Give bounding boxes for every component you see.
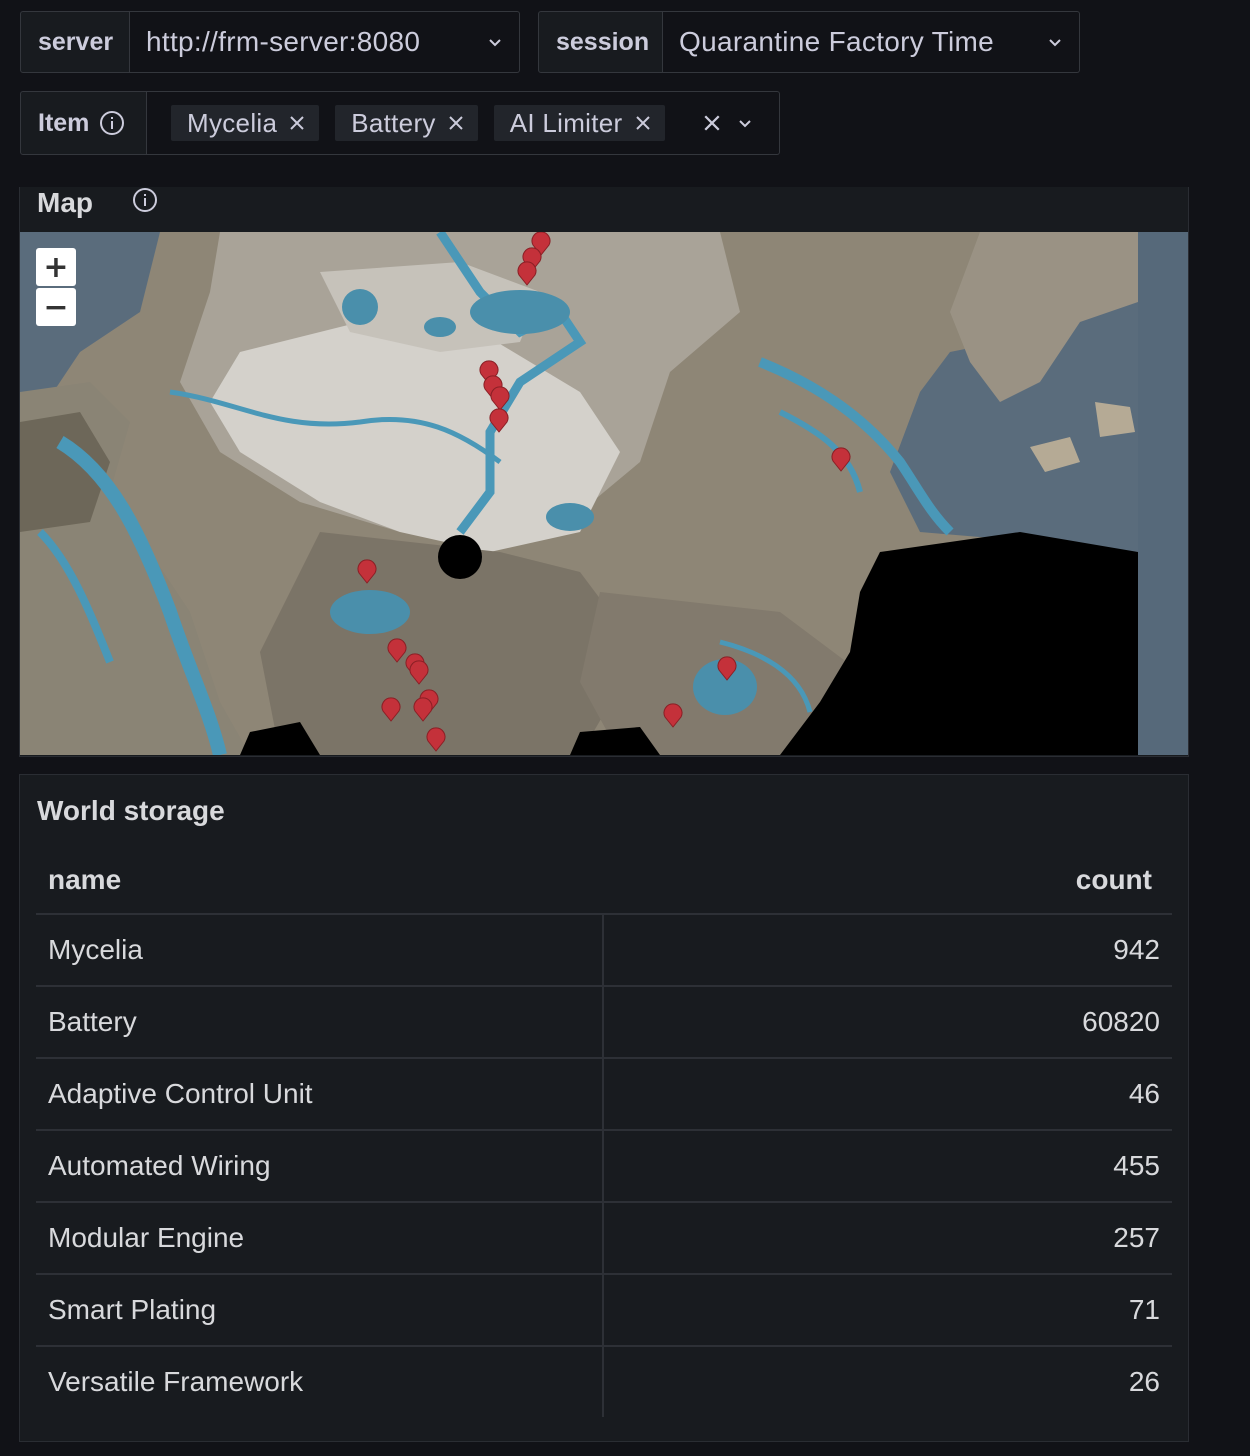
remove-chip-icon[interactable] [448, 115, 464, 131]
item-variable: Item Mycelia Battery AI Limiter [20, 91, 780, 155]
table-row: Mycelia 942 [36, 914, 1172, 987]
map-marker-icon[interactable] [409, 660, 429, 685]
map-canvas[interactable]: + − [20, 232, 1188, 755]
info-icon[interactable] [132, 187, 158, 213]
storage-table: name count Mycelia 942 Battery 60820 Adaptiv… [36, 847, 1172, 1417]
item-name-cell: Mycelia [36, 914, 603, 987]
item-count-cell: 26 [602, 1346, 1172, 1417]
item-count-cell: 46 [602, 1058, 1172, 1131]
column-header-count[interactable]: count [603, 847, 1172, 915]
table-row: Smart Plating 71 [36, 1274, 1172, 1347]
column-header-name[interactable]: name [36, 847, 603, 915]
table-row: Modular Engine 257 [36, 1202, 1172, 1275]
session-value: Quarantine Factory Time [679, 26, 995, 57]
server-variable: server http://frm-server:8080 [20, 11, 520, 73]
map-marker-icon[interactable] [831, 447, 851, 472]
chip-label: Battery [351, 107, 436, 138]
map-marker-icon[interactable] [357, 559, 377, 584]
table-row: Versatile Framework 26 [36, 1346, 1172, 1417]
remove-chip-icon[interactable] [289, 115, 305, 131]
chevron-down-icon [1049, 39, 1061, 47]
item-label-box: Item [20, 91, 147, 155]
chip-label: Mycelia [187, 107, 278, 138]
item-name-cell: Adaptive Control Unit [36, 1058, 603, 1131]
remove-chip-icon[interactable] [635, 115, 651, 131]
session-variable: session Quarantine Factory Time [538, 11, 1080, 73]
chevron-down-icon [489, 39, 501, 47]
map-panel: Map + − [19, 187, 1189, 757]
table-row: Adaptive Control Unit 46 [36, 1058, 1172, 1131]
table-row: Automated Wiring 455 [36, 1130, 1172, 1203]
storage-panel: World storage name count Mycelia 942 Batte… [19, 774, 1189, 1442]
map-marker-icon[interactable] [489, 408, 509, 433]
item-count-cell: 455 [602, 1130, 1172, 1203]
map-marker-icon[interactable] [387, 638, 407, 663]
map-panel-title: Map [37, 187, 93, 218]
session-select[interactable]: Quarantine Factory Time [663, 11, 1080, 73]
map-marker-icon[interactable] [381, 697, 401, 722]
item-name-cell: Smart Plating [36, 1274, 603, 1347]
item-count-cell: 942 [602, 914, 1172, 987]
table-row: Battery 60820 [36, 986, 1172, 1059]
item-name-cell: Automated Wiring [36, 1130, 603, 1203]
item-multiselect[interactable]: Mycelia Battery AI Limiter [147, 91, 780, 155]
map-marker-icon[interactable] [717, 656, 737, 681]
item-chip: Battery [335, 105, 478, 141]
info-icon[interactable] [99, 110, 125, 136]
map-marker-icon[interactable] [413, 697, 433, 722]
server-label: server [20, 11, 130, 73]
item-label: Item [38, 108, 90, 137]
clear-all-icon[interactable] [703, 114, 721, 132]
item-count-cell: 60820 [602, 986, 1172, 1059]
table-body: Mycelia 942 Battery 60820 Adaptive Control U… [36, 914, 1172, 1417]
map-marker-icon[interactable] [426, 727, 446, 752]
map-marker-icon[interactable] [517, 261, 537, 286]
storage-panel-title: World storage [37, 795, 225, 826]
item-name-cell: Battery [36, 986, 603, 1059]
session-label: session [538, 11, 663, 73]
chip-label: AI Limiter [509, 107, 623, 138]
item-count-cell: 71 [602, 1274, 1172, 1347]
chevron-down-icon[interactable] [737, 115, 753, 131]
item-chip: AI Limiter [493, 105, 665, 141]
item-name-cell: Versatile Framework [48, 1366, 304, 1397]
marker-layer [357, 232, 851, 752]
server-value: http://frm-server:8080 [146, 26, 421, 57]
item-count-cell: 257 [602, 1202, 1172, 1275]
map-marker-icon[interactable] [663, 703, 683, 728]
map-marker-icon[interactable] [490, 386, 510, 411]
item-chip: Mycelia [171, 105, 320, 141]
item-name-cell: Modular Engine [36, 1202, 603, 1275]
table-header-row: name count [36, 847, 1172, 915]
server-select[interactable]: http://frm-server:8080 [130, 11, 520, 73]
